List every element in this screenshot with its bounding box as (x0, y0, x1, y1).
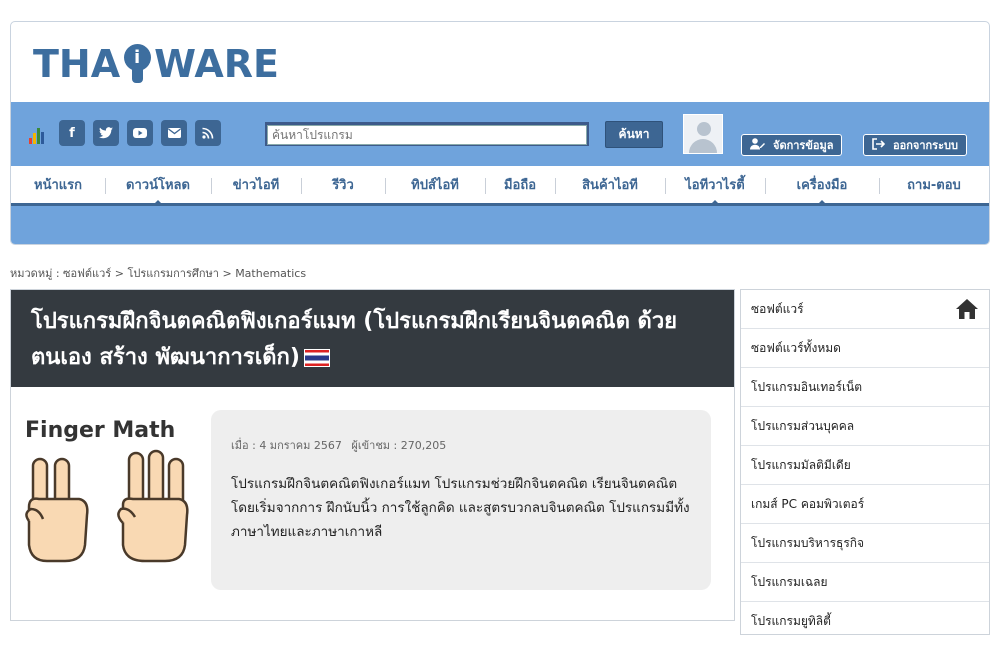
sidebar-item-6[interactable]: โปรแกรมเฉลย (741, 563, 989, 602)
stats-bars-icon (29, 126, 45, 144)
sidebar-item-label: โปรแกรมเฉลย (751, 574, 828, 589)
header-band: f ค้นหาโปรแกรม ค้นหา จัดการข้อมูล ออกจาก… (11, 102, 989, 244)
nav-item-label: ข่าวไอที (232, 178, 280, 193)
logout-button[interactable]: ออกจากระบบ (863, 134, 967, 156)
publish-date: เมื่อ : 4 มกราคม 2567 (231, 439, 342, 452)
nav-item-label: รีวิว (332, 178, 354, 193)
site-logo[interactable]: THA i WARE (33, 42, 279, 86)
nav-item-label: ถาม-ตอบ (907, 178, 961, 193)
nav-item-label: ไอทีวาไรตี้ (685, 178, 745, 193)
thai-flag-icon (303, 349, 330, 367)
sidebar-item-5[interactable]: โปรแกรมบริหารธุรกิจ (741, 524, 989, 563)
youtube-icon[interactable] (127, 120, 153, 146)
manage-account-label: จัดการข้อมูล (773, 139, 834, 152)
nav-item-7[interactable]: ไอทีวาไรตี้ (665, 166, 765, 206)
article-meta: เมื่อ : 4 มกราคม 2567 ผู้เข้าชม : 270,20… (231, 436, 691, 454)
sidebar-item-label: โปรแกรมส่วนบุคคล (751, 418, 855, 433)
site-header: THA i WARE f ค้นหาโปรแกรม ค้นหา จัดการข้… (10, 21, 990, 245)
breadcrumb-item-software[interactable]: ซอฟต์แวร์ (63, 267, 111, 280)
description-box: เมื่อ : 4 มกราคม 2567 ผู้เข้าชม : 270,20… (211, 410, 711, 590)
manage-account-button[interactable]: จัดการข้อมูล (741, 134, 843, 156)
home-icon[interactable] (955, 298, 979, 320)
facebook-icon[interactable]: f (59, 120, 85, 146)
nav-item-label: มือถือ (503, 178, 537, 193)
avatar[interactable] (683, 114, 723, 154)
main-nav: หน้าแรก ดาวน์โหลด ข่าวไอที รีวิว ทิปส์ไอที มื… (11, 166, 989, 206)
nav-item-label: ดาวน์โหลด (126, 178, 190, 193)
logout-label: ออกจากระบบ (893, 139, 958, 152)
nav-item-4[interactable]: ทิปส์ไอที (385, 166, 485, 203)
sidebar-item-label: เกมส์ PC คอมพิวเตอร์ (751, 496, 865, 511)
mail-icon[interactable] (161, 120, 187, 146)
header-toolbar: f ค้นหาโปรแกรม ค้นหา จัดการข้อมูล ออกจาก… (11, 102, 989, 166)
twitter-icon[interactable] (93, 120, 119, 146)
search-button[interactable]: ค้นหา (605, 121, 663, 148)
nav-dropdown-marker-icon (816, 200, 828, 206)
nav-item-6[interactable]: สินค้าไอที (555, 166, 665, 203)
sidebar-item-7[interactable]: โปรแกรมยูทิลิตี้ (741, 602, 989, 634)
nav-item-5[interactable]: มือถือ (485, 166, 555, 203)
view-count: ผู้เข้าชม : 270,205 (351, 439, 447, 452)
nav-item-2[interactable]: ข่าวไอที (211, 166, 301, 203)
search-box (265, 122, 589, 146)
sidebar-item-label: โปรแกรมยูทิลิตี้ (751, 613, 831, 628)
sign-out-icon (872, 137, 886, 153)
nav-item-label: หน้าแรก (34, 178, 82, 193)
nav-item-9[interactable]: ถาม-ตอบ (879, 166, 989, 203)
sidebar-item-3[interactable]: โปรแกรมมัลติมีเดีย (741, 446, 989, 485)
sidebar-header[interactable]: ซอฟต์แวร์ (741, 290, 989, 329)
sidebar-item-label: ซอฟต์แวร์ทั้งหมด (751, 340, 841, 355)
sidebar-item-2[interactable]: โปรแกรมส่วนบุคคล (741, 407, 989, 446)
social-links: f (59, 120, 221, 146)
rss-icon[interactable] (195, 120, 221, 146)
article-card: โปรแกรมฝึกจินตคณิตฟิงเกอร์แมท (โปรแกรมฝึ… (10, 289, 735, 621)
hands-illustration (25, 449, 189, 563)
search-input[interactable] (267, 125, 587, 145)
nav-item-8[interactable]: เครื่องมือ (765, 166, 879, 206)
page-title: โปรแกรมฝึกจินตคณิตฟิงเกอร์แมท (โปรแกรมฝึ… (31, 309, 678, 370)
logo-text-right: WARE (154, 42, 279, 86)
nav-item-0[interactable]: หน้าแรก (11, 166, 105, 203)
sidebar-item-4[interactable]: เกมส์ PC คอมพิวเตอร์ (741, 485, 989, 524)
sidebar-item-label: โปรแกรมบริหารธุรกิจ (751, 535, 865, 550)
sidebar-item-label: โปรแกรมอินเทอร์เน็ต (751, 379, 863, 394)
nav-dropdown-marker-icon (152, 200, 164, 206)
nav-item-label: ทิปส์ไอที (411, 178, 459, 193)
sidebar-item-1[interactable]: โปรแกรมอินเทอร์เน็ต (741, 368, 989, 407)
breadcrumb: หมวดหมู่ : ซอฟต์แวร์ > โปรแกรมการศึกษา >… (10, 267, 307, 280)
nav-item-label: สินค้าไอที (582, 178, 638, 193)
sidebar-item-label: โปรแกรมมัลติมีเดีย (751, 457, 851, 472)
nav-item-1[interactable]: ดาวน์โหลด (105, 166, 211, 206)
breadcrumb-item-education[interactable]: โปรแกรมการศึกษา (127, 267, 219, 280)
sidebar-header-label: ซอฟต์แวร์ (751, 301, 804, 316)
article-title-bar: โปรแกรมฝึกจินตคณิตฟิงเกอร์แมท (โปรแกรมฝึ… (11, 290, 734, 387)
breadcrumb-label: หมวดหมู่ : (10, 267, 60, 280)
nav-item-3[interactable]: รีวิว (301, 166, 385, 203)
thumbnail-caption: Finger Math (25, 418, 176, 443)
breadcrumb-item-mathematics[interactable]: Mathematics (235, 267, 306, 280)
program-thumbnail[interactable]: Finger Math (25, 418, 193, 572)
logo-text-left: THA (33, 42, 121, 86)
nav-item-label: เครื่องมือ (796, 178, 848, 193)
user-edit-icon (750, 137, 765, 153)
category-sidebar: ซอฟต์แวร์ ซอฟต์แวร์ทั้งหมดโปรแกรมอินเทอร… (740, 289, 990, 635)
program-description: โปรแกรมฝึกจินตคณิตฟิงเกอร์แมท โปรแกรมช่ว… (231, 476, 690, 540)
logo-i-mark: i (122, 44, 152, 84)
sidebar-item-0[interactable]: ซอฟต์แวร์ทั้งหมด (741, 329, 989, 368)
nav-dropdown-marker-icon (709, 200, 721, 206)
